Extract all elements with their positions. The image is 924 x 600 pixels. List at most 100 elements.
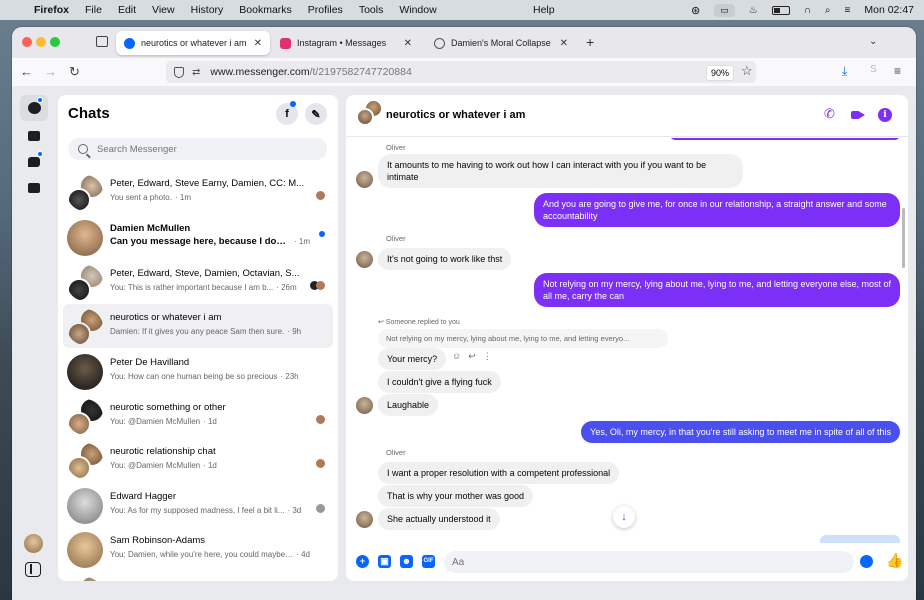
application-menu-icon[interactable]: ≡ bbox=[894, 64, 901, 78]
minimize-window-button[interactable] bbox=[36, 37, 46, 47]
downloads-icon[interactable]: ⤓ bbox=[842, 64, 847, 79]
rail-requests-button[interactable] bbox=[20, 149, 48, 175]
seen-avatar bbox=[316, 191, 325, 200]
close-tab-icon[interactable]: ✕ bbox=[404, 38, 412, 49]
close-tab-icon[interactable]: ✕ bbox=[560, 38, 568, 49]
tab-manager-icon[interactable] bbox=[96, 36, 108, 47]
headphones-icon[interactable]: ∩ bbox=[804, 5, 811, 16]
react-emoji-icon[interactable]: ☺ bbox=[452, 351, 461, 362]
message-bubble[interactable]: It amounts to me having to work out how … bbox=[378, 154, 743, 188]
menu-edit[interactable]: Edit bbox=[118, 4, 136, 16]
chat-list-item[interactable]: Sam Robinson-Adams You: Damien, while yo… bbox=[63, 527, 333, 571]
message-bubble-partial[interactable] bbox=[670, 138, 900, 140]
chat-list-item[interactable]: neurotic relationship chat You: @Damien … bbox=[63, 438, 333, 482]
menu-view[interactable]: View bbox=[152, 4, 175, 16]
menu-profiles[interactable]: Profiles bbox=[308, 4, 343, 16]
gif-icon[interactable]: GIF bbox=[422, 555, 435, 568]
search-input[interactable] bbox=[97, 143, 297, 155]
message-bubble[interactable]: Your mercy? bbox=[378, 348, 447, 370]
contact-avatar bbox=[67, 488, 103, 524]
openai-icon[interactable]: ⊛ bbox=[691, 4, 700, 17]
chat-list-item[interactable]: Peter, Edward, Steve, Damien, Octavian, … bbox=[63, 260, 333, 304]
conversation-avatar[interactable] bbox=[356, 108, 374, 126]
message-bubble[interactable]: And you are going to give me, for once i… bbox=[534, 193, 900, 227]
url-text[interactable]: www.messenger.com/t/2197582747720884 bbox=[210, 66, 411, 78]
bookmark-star-icon[interactable]: ☆ bbox=[741, 63, 753, 79]
menu-file[interactable]: File bbox=[85, 4, 102, 16]
extension-s-icon[interactable]: S bbox=[870, 64, 877, 75]
forward-arrow-icon[interactable]: → bbox=[44, 64, 57, 79]
message-bubble[interactable]: That is why your mother was good bbox=[378, 485, 534, 507]
emoji-picker-icon[interactable] bbox=[860, 555, 873, 568]
zoom-window-button[interactable] bbox=[50, 37, 60, 47]
list-all-tabs-icon[interactable]: ⌄ bbox=[869, 36, 877, 47]
rail-archive-button[interactable] bbox=[20, 175, 48, 201]
menu-history[interactable]: History bbox=[191, 4, 224, 16]
message-bubble[interactable]: Yes, Oli, my mercy, in that you're still… bbox=[581, 421, 900, 443]
permissions-icon[interactable]: ⇄ bbox=[192, 67, 200, 78]
chat-list-item[interactable]: Peter De Havilland You: How can one huma… bbox=[63, 349, 333, 393]
message-bubble[interactable]: I want a proper resolution with a compet… bbox=[378, 462, 620, 484]
conversation-info-icon[interactable]: i bbox=[878, 108, 892, 122]
spotlight-search-icon[interactable]: ⌕ bbox=[825, 5, 831, 16]
menu-help[interactable]: Help bbox=[533, 4, 555, 16]
search-box[interactable] bbox=[68, 138, 327, 160]
stage-manager-icon[interactable]: ▭ bbox=[714, 3, 735, 17]
profile-avatar[interactable] bbox=[24, 534, 43, 553]
sender-avatar[interactable] bbox=[356, 511, 373, 528]
reload-icon[interactable]: ↻ bbox=[69, 64, 80, 80]
sender-avatar[interactable] bbox=[356, 171, 373, 188]
tab-damiens-moral-collapse[interactable]: Damien's Moral Collapse ✕ bbox=[426, 31, 576, 55]
message-bubble[interactable]: Not relying on my mercy, lying about me,… bbox=[534, 273, 900, 307]
attach-image-icon[interactable]: ▣ bbox=[378, 555, 391, 568]
menu-app[interactable]: Firefox bbox=[34, 4, 69, 16]
message-input[interactable] bbox=[444, 551, 824, 573]
thumbs-up-like-icon[interactable]: 👍 bbox=[886, 552, 903, 569]
more-options-icon[interactable]: ⋮ bbox=[483, 351, 492, 362]
more-actions-plus-icon[interactable]: + bbox=[356, 555, 369, 568]
tab-instagram[interactable]: Instagram • Messages ✕ bbox=[272, 31, 420, 55]
conversation-title[interactable]: neurotics or whatever i am bbox=[386, 109, 525, 121]
battery-icon[interactable] bbox=[771, 5, 790, 15]
chat-list-item[interactable]: Damien McMullen Can you message here, be… bbox=[63, 215, 333, 259]
video-call-icon[interactable] bbox=[851, 108, 865, 122]
tab-messenger[interactable]: neurotics or whatever i am | Me ✕ bbox=[116, 31, 270, 55]
message-bubble[interactable]: I couldn't give a flying fuck bbox=[378, 371, 501, 393]
close-tab-icon[interactable]: ✕ bbox=[254, 38, 262, 49]
message-bubble[interactable]: Laughable bbox=[378, 394, 439, 416]
chat-list-item[interactable]: Peter, Edward, Steve Earny, Damien, CC: … bbox=[63, 170, 333, 214]
sender-avatar[interactable] bbox=[356, 251, 373, 268]
rail-marketplace-button[interactable] bbox=[20, 123, 48, 149]
menu-window[interactable]: Window bbox=[399, 4, 436, 16]
message-bubble[interactable]: It's not going to work like thst bbox=[378, 248, 512, 270]
scrollbar-thumb[interactable] bbox=[902, 208, 905, 268]
chat-list-item[interactable] bbox=[63, 572, 333, 581]
collapse-sidebar-icon[interactable] bbox=[25, 562, 41, 577]
scroll-to-bottom-button[interactable]: ↓ bbox=[613, 506, 635, 528]
menubar-clock[interactable]: Mon 02:47 bbox=[864, 4, 914, 16]
audio-call-icon[interactable] bbox=[824, 106, 838, 122]
chat-list-item[interactable]: neurotics or whatever i am Damien: If it… bbox=[63, 304, 333, 348]
message-bubble[interactable]: She actually understood it bbox=[378, 508, 500, 530]
new-tab-button[interactable]: + bbox=[586, 34, 594, 50]
message-bubble-partial[interactable] bbox=[820, 535, 900, 543]
sender-avatar[interactable] bbox=[356, 397, 373, 414]
quoted-message[interactable]: Not relying on my mercy, lying about me,… bbox=[378, 329, 668, 348]
control-center-icon[interactable]: ≡ bbox=[845, 5, 851, 16]
status-icon[interactable]: ♨ bbox=[749, 5, 758, 16]
rail-chats-button[interactable] bbox=[20, 95, 48, 121]
message-input-wrapper[interactable] bbox=[444, 551, 854, 573]
tracking-protection-shield-icon[interactable] bbox=[174, 66, 184, 78]
new-message-button[interactable]: ✎ bbox=[305, 103, 327, 125]
url-bar[interactable]: ⇄ www.messenger.com/t/2197582747720884 9… bbox=[166, 61, 756, 83]
menu-bookmarks[interactable]: Bookmarks bbox=[239, 4, 292, 16]
reply-icon[interactable]: ↩ bbox=[468, 351, 476, 362]
chat-list-item[interactable]: neurotic something or other You: @Damien… bbox=[63, 394, 333, 438]
chat-list-item[interactable]: Edward Hagger You: As for my supposed ma… bbox=[63, 483, 333, 527]
close-window-button[interactable] bbox=[22, 37, 32, 47]
sticker-icon[interactable]: ☻ bbox=[400, 555, 413, 568]
zoom-level-badge[interactable]: 90% bbox=[706, 65, 735, 81]
back-arrow-icon[interactable]: ← bbox=[20, 64, 33, 79]
menu-tools[interactable]: Tools bbox=[359, 4, 384, 16]
chat-preview: You: Damien, while you're here, you coul… bbox=[110, 550, 310, 559]
